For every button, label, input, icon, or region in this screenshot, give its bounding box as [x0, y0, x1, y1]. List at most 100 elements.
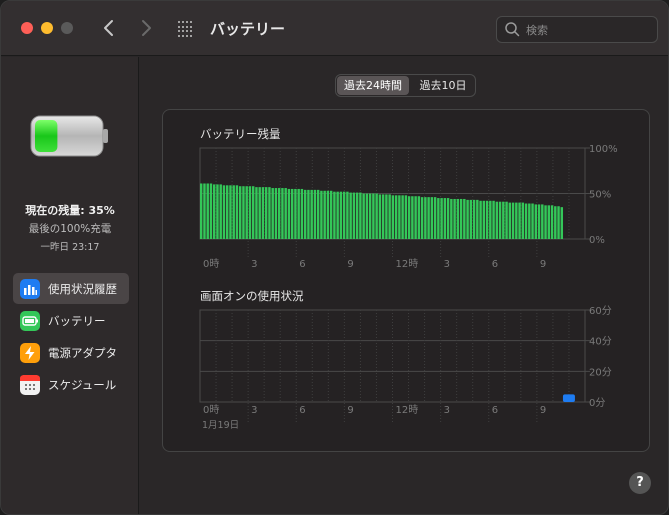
x-tick-label: 6: [492, 259, 498, 270]
battery-level-bar: [274, 188, 278, 239]
segment-last-10-days[interactable]: 過去10日: [411, 76, 475, 95]
battery-level-bar: [547, 205, 551, 239]
battery-level-bar: [446, 198, 450, 239]
battery-level-bar: [271, 188, 274, 239]
x-tick-label: 6: [299, 405, 305, 416]
battery-level-bar: [492, 200, 495, 239]
battery-level-bar: [505, 201, 508, 239]
x-tick-label: 3: [444, 405, 450, 416]
sidebar-item-label: バッテリー: [48, 314, 106, 328]
battery-level-bar: [511, 202, 515, 239]
search-field[interactable]: [496, 16, 658, 43]
battery-level-bar: [229, 185, 232, 239]
battery-level-bar: [294, 188, 297, 239]
battery-level-bar: [381, 194, 385, 239]
battery-level-bar: [482, 200, 486, 239]
y-tick-label: 0分: [589, 397, 605, 409]
battery-level-bar: [521, 202, 525, 239]
help-button[interactable]: ?: [629, 472, 651, 494]
battery-level-bar: [456, 198, 460, 239]
battery-level-bar: [355, 192, 359, 239]
show-all-grid-icon[interactable]: [178, 21, 194, 37]
battery-level-bar: [277, 188, 281, 239]
back-button[interactable]: [97, 16, 121, 40]
battery-level-bar: [200, 183, 203, 239]
y-tick-label: 100%: [589, 144, 618, 155]
calendar-icon: [20, 375, 40, 395]
battery-level-bar: [498, 201, 502, 239]
zoom-window-button[interactable]: [61, 22, 73, 34]
battery-level-bar: [560, 207, 564, 239]
battery-level-bar: [385, 194, 388, 239]
screen-usage-bar: [562, 394, 575, 402]
sidebar-item-schedule[interactable]: スケジュール: [13, 369, 129, 400]
battery-level-bar: [424, 197, 427, 239]
battery-level-bar: [515, 202, 518, 239]
battery-level-bar: [297, 188, 300, 239]
battery-level-bar: [268, 187, 271, 239]
minimize-window-button[interactable]: [41, 22, 53, 34]
battery-level-bar: [411, 196, 414, 239]
battery-level-bar: [502, 201, 505, 239]
battery-level-bar: [541, 204, 544, 239]
battery-level-bar: [544, 205, 547, 239]
battery-level-bar: [303, 189, 307, 239]
x-tick-label: 12時: [396, 258, 419, 270]
title-bar: バッテリー: [1, 1, 668, 56]
x-tick-label: 0時: [203, 258, 219, 270]
battery-level-bar: [378, 194, 382, 239]
battery-icon: [20, 311, 40, 331]
battery-level-bar: [437, 198, 440, 239]
battery-level-bar: [245, 186, 248, 239]
chart-title: バッテリー残量: [200, 127, 281, 141]
sidebar-item-battery[interactable]: バッテリー: [13, 305, 129, 336]
current-charge-text: 現在の残量: 35%: [25, 204, 115, 217]
battery-level-bar: [261, 187, 265, 239]
battery-level-bar: [238, 186, 242, 239]
battery-level-bar: [212, 184, 216, 239]
x-tick-label: 9: [347, 405, 353, 416]
battery-level-bar: [495, 201, 499, 239]
chevron-right-icon: [142, 20, 151, 36]
sidebar-item-usage-history[interactable]: 使用状況履歴: [13, 273, 129, 304]
battery-level-bar: [414, 196, 417, 239]
battery-level-bar: [550, 205, 554, 239]
x-tick-label: 0時: [203, 404, 219, 416]
battery-level-bar: [359, 192, 362, 239]
segment-last-24-hours[interactable]: 過去24時間: [337, 76, 409, 95]
y-tick-label: 0%: [589, 235, 605, 246]
battery-level-bar: [450, 198, 453, 239]
battery-level-bar: [320, 190, 323, 239]
battery-level-bar: [235, 185, 239, 239]
battery-level-bar: [365, 193, 369, 239]
battery-level-bar: [333, 191, 336, 239]
battery-level-bar: [534, 204, 538, 239]
battery-level-bar: [459, 198, 463, 239]
battery-level-bar: [349, 192, 352, 239]
preferences-window: バッテリー 現在の残量: 35% 最後の100%充電 一昨日 23:17: [0, 0, 669, 515]
close-window-button[interactable]: [21, 22, 33, 34]
x-tick-label: 6: [299, 259, 305, 270]
battery-level-bar: [485, 200, 489, 239]
battery-level-bar: [391, 195, 395, 239]
battery-level-bar: [528, 203, 531, 239]
battery-level-bar: [420, 197, 424, 239]
search-input[interactable]: [526, 21, 651, 39]
bolt-icon: [20, 343, 40, 363]
battery-level-bar: [362, 193, 365, 239]
x-tick-label: 3: [444, 259, 450, 270]
sidebar-item-power-adapter[interactable]: 電源アダプタ: [13, 337, 129, 368]
battery-level-bar: [209, 183, 213, 239]
battery-level-bar: [264, 187, 268, 239]
battery-level-bar: [531, 203, 534, 239]
battery-level-bar: [339, 191, 343, 239]
battery-level-bar: [329, 190, 333, 239]
forward-button[interactable]: [134, 16, 158, 40]
y-tick-label: 40分: [589, 336, 612, 348]
battery-level-bar: [557, 206, 560, 239]
sidebar-item-label: 電源アダプタ: [48, 346, 117, 360]
battery-level-bar: [398, 195, 401, 239]
time-range-selector[interactable]: 過去24時間 過去10日: [335, 74, 476, 97]
battery-level-bar: [368, 193, 372, 239]
battery-level-bar: [281, 188, 284, 239]
